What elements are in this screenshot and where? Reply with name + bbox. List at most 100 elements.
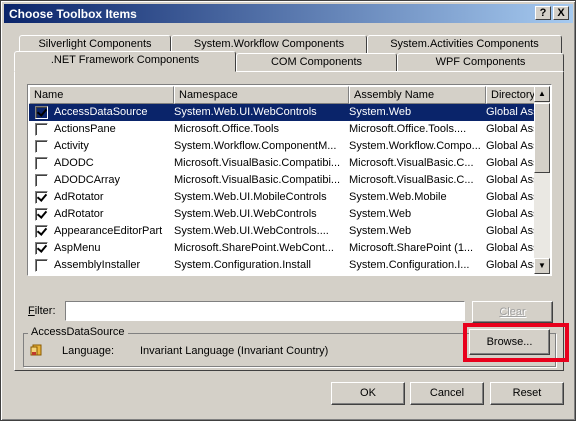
table-row[interactable]: AccessDataSource System.Web.UI.WebControl… <box>29 104 534 121</box>
row-directory: Global Ass <box>483 104 534 121</box>
row-namespace: System.Workflow.ComponentM... <box>174 140 337 152</box>
components-list[interactable]: Name Namespace Assembly Name Directory A… <box>27 84 552 276</box>
clear-button[interactable]: Clear <box>472 301 553 323</box>
row-checkbox[interactable] <box>35 191 48 204</box>
list-rows: AccessDataSource System.Web.UI.WebControl… <box>29 104 534 274</box>
row-name: ADODC <box>54 157 94 169</box>
row-name-cell: AdRotator <box>29 206 171 223</box>
filter-input[interactable] <box>65 301 465 321</box>
row-directory: Global Ass <box>486 123 534 135</box>
row-name: AdRotator <box>54 191 104 203</box>
row-name-cell: AspMenu <box>29 240 171 257</box>
row-assembly-name: System.Web <box>349 208 412 220</box>
tab-com-components[interactable]: COM Components <box>236 53 397 72</box>
row-checkbox[interactable] <box>35 140 48 153</box>
row-directory: Global Ass <box>486 208 534 220</box>
table-row[interactable]: AdRotator System.Web.UI.WebControls System… <box>29 206 534 223</box>
window-title: Choose Toolbox Items <box>9 7 137 21</box>
reset-button[interactable]: Reset <box>490 382 564 405</box>
row-assembly-name: System.Workflow.Compo... <box>349 140 481 152</box>
row-name: AppearanceEditorPart <box>54 225 163 237</box>
row-directory: Global Ass <box>486 191 534 203</box>
row-directory: Global Ass <box>486 259 534 271</box>
row-name-cell: AssemblyInstaller <box>29 257 171 274</box>
row-assembly-name: Microsoft.Office.Tools.... <box>349 123 467 135</box>
row-namespace: System.Configuration.Install <box>174 259 311 271</box>
row-namespace: Microsoft.SharePoint.WebCont... <box>174 242 334 254</box>
column-header-assembly-name[interactable]: Assembly Name <box>349 86 486 104</box>
row-name: ADODCArray <box>54 174 121 186</box>
help-button[interactable]: ? <box>535 6 551 20</box>
table-row[interactable]: AdRotator System.Web.UI.MobileControls Sys… <box>29 189 534 206</box>
row-namespace: Microsoft.Office.Tools <box>174 123 279 135</box>
row-checkbox[interactable] <box>35 106 48 119</box>
row-directory: Global Ass <box>486 225 534 237</box>
filter-label: Filter: <box>28 305 56 317</box>
scroll-down-arrow-icon[interactable]: ▼ <box>534 258 550 274</box>
row-name: Activity <box>54 140 89 152</box>
table-row[interactable]: AppearanceEditorPart System.Web.UI.WebCon… <box>29 223 534 240</box>
row-name: AspMenu <box>54 242 101 254</box>
table-row[interactable]: Activity System.Workflow.ComponentM... Sys… <box>29 138 534 155</box>
row-name-cell: ADODC <box>29 155 171 172</box>
cancel-button[interactable]: Cancel <box>410 382 484 405</box>
row-name-cell: AccessDataSource <box>29 104 171 121</box>
language-label: Language: <box>62 345 114 357</box>
tab-system-activities-components[interactable]: System.Activities Components <box>367 35 562 54</box>
row-directory: Global Ass <box>486 242 534 254</box>
row-assembly-name: Microsoft.VisualBasic.C... <box>349 157 474 169</box>
language-value: Invariant Language (Invariant Country) <box>140 345 329 357</box>
table-row[interactable]: AssemblyInstaller System.Configuration.In… <box>29 257 534 274</box>
row-name-cell: ActionsPane <box>29 121 171 138</box>
table-row[interactable]: ADODCArray Microsoft.VisualBasic.Compatib… <box>29 172 534 189</box>
row-directory: Global Ass <box>486 140 534 152</box>
column-header-directory[interactable]: Directory <box>486 86 534 104</box>
column-header-namespace[interactable]: Namespace <box>174 86 349 104</box>
row-namespace: System.Web.UI.WebControls <box>171 104 346 121</box>
row-checkbox[interactable] <box>35 208 48 221</box>
row-name-cell: Activity <box>29 138 171 155</box>
row-name-cell: AppearanceEditorPart <box>29 223 171 240</box>
title-bar[interactable]: Choose Toolbox Items ? X <box>4 4 573 23</box>
assembly-icon <box>30 344 42 356</box>
row-assembly-name: System.Web <box>349 225 412 237</box>
choose-toolbox-items-dialog: Choose Toolbox Items ? X Silverlight Com… <box>0 0 576 421</box>
scroll-up-arrow-icon[interactable]: ▲ <box>534 86 550 102</box>
row-name: ActionsPane <box>54 123 116 135</box>
row-namespace: System.Web.UI.WebControls <box>174 208 317 220</box>
column-header-name[interactable]: Name <box>29 86 174 104</box>
tab-net-framework-components[interactable]: .NET Framework Components <box>14 51 236 72</box>
ok-button[interactable]: OK <box>331 382 405 405</box>
row-name: AssemblyInstaller <box>54 259 141 271</box>
row-name-cell: ADODCArray <box>29 172 171 189</box>
table-row[interactable]: ADODC Microsoft.VisualBasic.Compatibi... M… <box>29 155 534 172</box>
table-row[interactable]: AspMenu Microsoft.SharePoint.WebCont... Mi… <box>29 240 534 257</box>
tab-wpf-components[interactable]: WPF Components <box>397 53 564 72</box>
row-assembly-name: System.Web.Mobile <box>349 191 447 203</box>
row-checkbox[interactable] <box>35 225 48 238</box>
row-namespace: Microsoft.VisualBasic.Compatibi... <box>174 157 341 169</box>
row-namespace: System.Web.UI.WebControls.... <box>174 225 329 237</box>
scroll-thumb[interactable] <box>534 103 550 173</box>
row-namespace: System.Web.UI.MobileControls <box>174 191 327 203</box>
row-namespace: Microsoft.VisualBasic.Compatibi... <box>174 174 341 186</box>
list-header: Name Namespace Assembly Name Directory <box>29 86 534 104</box>
row-assembly-name: Microsoft.VisualBasic.C... <box>349 174 474 186</box>
table-row[interactable]: ActionsPane Microsoft.Office.Tools Microso… <box>29 121 534 138</box>
row-assembly-name: Microsoft.SharePoint (1... <box>349 242 474 254</box>
browse-highlight-box <box>463 323 569 362</box>
close-button[interactable]: X <box>553 6 569 20</box>
row-checkbox[interactable] <box>35 242 48 255</box>
selected-item-name: AccessDataSource <box>28 326 128 338</box>
row-directory: Global Ass <box>486 174 534 186</box>
row-name: AccessDataSource <box>52 104 150 121</box>
row-checkbox[interactable] <box>35 259 48 272</box>
row-checkbox[interactable] <box>35 174 48 187</box>
row-assembly-name: System.Web <box>346 104 483 121</box>
row-checkbox[interactable] <box>35 157 48 170</box>
row-assembly-name: System.Configuration.I... <box>349 259 470 271</box>
row-directory: Global Ass <box>486 157 534 169</box>
row-checkbox[interactable] <box>35 123 48 136</box>
list-vertical-scrollbar[interactable]: ▲ ▼ <box>534 86 550 274</box>
row-name-cell: AdRotator <box>29 189 171 206</box>
